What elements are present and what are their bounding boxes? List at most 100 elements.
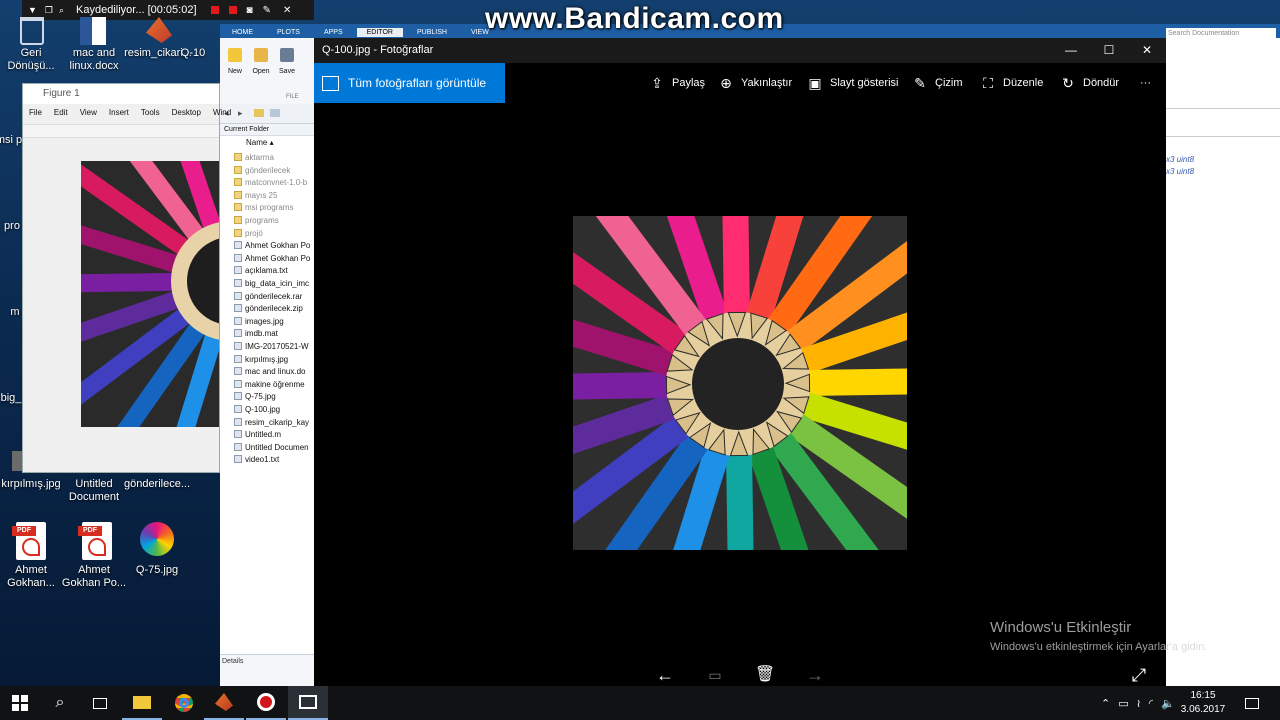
file-list-item[interactable]: makine öğrenme bbox=[234, 379, 314, 391]
file-list-item[interactable]: video1.txt bbox=[234, 454, 314, 466]
arrow-right-icon[interactable]: → bbox=[800, 664, 830, 686]
tab-plots[interactable]: PLOTS bbox=[267, 28, 310, 37]
menu-desktop[interactable]: Desktop bbox=[172, 108, 201, 117]
more-options-button[interactable]: ··· bbox=[1140, 63, 1151, 103]
name-column-header[interactable]: Name ▴ bbox=[246, 138, 274, 147]
window-icon[interactable]: ❐ bbox=[45, 5, 53, 16]
edit-button[interactable]: ⛶ Düzenle bbox=[979, 63, 1043, 103]
pdf-file-icon[interactable]: PDF bbox=[78, 522, 112, 560]
stop-icon[interactable] bbox=[228, 6, 237, 14]
file-list-item[interactable]: gönderilecek.zip bbox=[234, 303, 314, 315]
image-file-icon[interactable] bbox=[12, 451, 22, 471]
save-button[interactable]: Save bbox=[274, 48, 300, 75]
file-list-item[interactable]: aktarma bbox=[234, 152, 314, 164]
desktop-icon-label[interactable]: Q-75.jpg bbox=[120, 564, 194, 577]
file-list-item[interactable]: gönderilecek.rar bbox=[234, 291, 314, 303]
file-list-item[interactable]: msi programs bbox=[234, 202, 314, 214]
menu-edit[interactable]: Edit bbox=[54, 108, 68, 117]
menu-view[interactable]: View bbox=[80, 108, 97, 117]
task-view-icon[interactable] bbox=[80, 686, 120, 720]
recycle-bin-icon[interactable] bbox=[20, 17, 44, 45]
tab-home[interactable]: HOME bbox=[222, 28, 263, 37]
camera-icon[interactable]: ◙ bbox=[247, 5, 253, 16]
file-name: gönderilecek.rar bbox=[245, 291, 303, 301]
file-list-item[interactable]: projö bbox=[234, 228, 314, 240]
dropdown-icon[interactable]: ▼ bbox=[28, 5, 37, 15]
draw-button[interactable]: ✎ Çizim bbox=[911, 63, 962, 103]
menu-tools[interactable]: Tools bbox=[141, 108, 160, 117]
desktop-icon-label[interactable]: mac and linux.docx bbox=[57, 47, 131, 73]
file-list-item[interactable]: mayıs 25 bbox=[234, 190, 314, 202]
matlab-icon[interactable] bbox=[204, 686, 244, 720]
new-button[interactable]: New bbox=[222, 48, 248, 75]
menu-insert[interactable]: Insert bbox=[109, 108, 129, 117]
desktop-icon-label[interactable]: Q-10 bbox=[173, 47, 213, 60]
folder-icon[interactable] bbox=[254, 109, 264, 117]
view-all-photos-button[interactable]: Tüm fotoğrafları görüntüle bbox=[314, 63, 505, 103]
tab-editor[interactable]: EDITOR bbox=[356, 28, 403, 37]
caption-icon[interactable]: ▭ bbox=[700, 664, 730, 686]
network-icon[interactable]: ≀ bbox=[1137, 697, 1141, 710]
expand-icon[interactable]: ⤢ bbox=[1124, 664, 1154, 686]
photos-app-icon[interactable] bbox=[288, 686, 328, 720]
file-list-item[interactable]: imdb.mat bbox=[234, 328, 314, 340]
tab-publish[interactable]: PUBLISH bbox=[407, 28, 457, 37]
file-list-item[interactable]: açıklama.txt bbox=[234, 265, 314, 277]
search-documentation-input[interactable]: Search Documentation bbox=[1166, 28, 1276, 39]
share-button[interactable]: ⇪ Paylaş bbox=[648, 63, 705, 103]
zoom-button[interactable]: ⊕ Yakınlaştır bbox=[717, 63, 792, 103]
volume-icon[interactable]: 🔈 bbox=[1161, 697, 1175, 710]
clock[interactable]: 16:15 3.06.2017 bbox=[1180, 689, 1226, 717]
file-list-item[interactable]: matconvnet-1.0-b bbox=[234, 177, 314, 189]
file-explorer-icon[interactable] bbox=[122, 686, 162, 720]
file-list-item[interactable]: resim_cikarip_kay bbox=[234, 417, 314, 429]
file-list-item[interactable]: IMG-20170521-W bbox=[234, 341, 314, 353]
word-doc-icon[interactable] bbox=[80, 17, 106, 45]
file-list-item[interactable]: mac and linux.do bbox=[234, 366, 314, 378]
file-list-item[interactable]: Ahmet Gokhan Po bbox=[234, 253, 314, 265]
file-list-item[interactable]: Untitled Documen bbox=[234, 442, 314, 454]
notification-icon[interactable] bbox=[1232, 686, 1272, 720]
rotate-button[interactable]: ↻ Döndür bbox=[1059, 63, 1119, 103]
file-list-item[interactable]: programs bbox=[234, 215, 314, 227]
windows-logo-icon[interactable] bbox=[0, 686, 40, 720]
file-list-item[interactable]: Q-75.jpg bbox=[234, 391, 314, 403]
wifi-icon[interactable]: ◜ bbox=[1149, 697, 1153, 710]
file-list-item[interactable]: images.jpg bbox=[234, 316, 314, 328]
edit-image-icon: ⛶ bbox=[983, 74, 993, 91]
search-icon[interactable]: ⌕ bbox=[40, 686, 80, 720]
minimize-icon[interactable]: — bbox=[1052, 38, 1090, 63]
bandicam-icon[interactable] bbox=[246, 686, 286, 720]
file-list-item[interactable]: Untitled.m bbox=[234, 429, 314, 441]
file-list-item[interactable]: kırpılmış.jpg bbox=[234, 354, 314, 366]
close-icon[interactable]: ✕ bbox=[1128, 38, 1166, 63]
file-name: makine öğrenme bbox=[245, 379, 305, 389]
file-list-item[interactable]: big_data_icin_imc bbox=[234, 278, 314, 290]
desktop-icon-label[interactable]: gönderilece... bbox=[120, 478, 194, 491]
maximize-icon[interactable]: ☐ bbox=[1090, 38, 1128, 63]
file-list-item[interactable]: gönderilecek bbox=[234, 165, 314, 177]
pdf-file-icon[interactable]: PDF bbox=[12, 522, 46, 560]
file-list-item[interactable]: Ahmet Gokhan Po bbox=[234, 240, 314, 252]
pencil-icon[interactable]: ✎ bbox=[263, 5, 271, 16]
menu-file[interactable]: File bbox=[29, 108, 42, 117]
activation-title: Windows'u Etkinleştir bbox=[990, 619, 1132, 636]
up-folder-icon[interactable] bbox=[270, 109, 280, 117]
battery-icon[interactable]: ▭ bbox=[1118, 697, 1128, 710]
pause-icon[interactable] bbox=[210, 6, 219, 14]
photo-view[interactable] bbox=[573, 216, 907, 550]
pencils-thumbnail-icon[interactable] bbox=[140, 522, 174, 556]
file-name: matconvnet-1.0-b bbox=[245, 178, 308, 188]
tab-apps[interactable]: APPS bbox=[314, 28, 353, 37]
trash-icon[interactable]: 🗑 bbox=[750, 664, 780, 686]
open-button[interactable]: Open bbox=[248, 48, 274, 75]
chevron-up-icon[interactable]: ⌃ bbox=[1101, 697, 1110, 710]
menu-window[interactable]: Wind bbox=[213, 108, 231, 117]
arrow-left-icon[interactable]: ← bbox=[650, 664, 680, 686]
search-icon[interactable]: ⌕ bbox=[59, 5, 64, 16]
file-list-item[interactable]: Q-100.jpg bbox=[234, 404, 314, 416]
close-recorder-icon[interactable]: ✕ bbox=[283, 5, 291, 16]
figure-window: Figure 1 File Edit View Insert Tools Desktop W… bbox=[22, 83, 231, 473]
slideshow-button[interactable]: ▣ Slayt gösterisi bbox=[806, 63, 898, 103]
chrome-icon[interactable] bbox=[164, 686, 204, 720]
